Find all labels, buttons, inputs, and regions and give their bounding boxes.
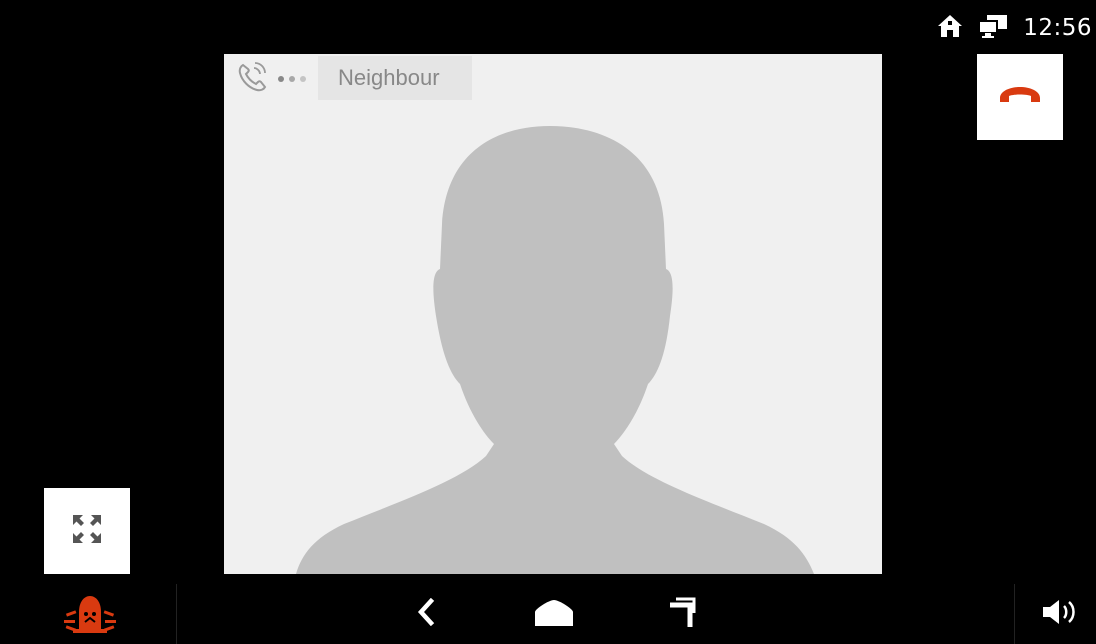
screen: 12:56 Neighbour bbox=[0, 0, 1096, 644]
back-icon bbox=[416, 597, 436, 630]
back-button[interactable] bbox=[400, 584, 452, 644]
fullscreen-button[interactable] bbox=[44, 488, 130, 574]
alarm-icon bbox=[63, 590, 117, 638]
status-dot bbox=[300, 76, 306, 82]
volume-icon bbox=[1039, 597, 1083, 631]
nav-divider bbox=[176, 584, 177, 644]
home-button[interactable] bbox=[526, 584, 582, 644]
volume-button[interactable] bbox=[1034, 584, 1088, 644]
network-icon bbox=[977, 14, 1009, 42]
hang-up-icon bbox=[997, 85, 1043, 109]
recents-button[interactable] bbox=[656, 584, 708, 644]
caller-bar bbox=[236, 58, 306, 100]
nav-bar bbox=[0, 584, 1096, 644]
left-edge bbox=[0, 0, 8, 584]
alarm-button[interactable] bbox=[54, 584, 126, 644]
home-nav-icon bbox=[533, 596, 575, 632]
nav-divider bbox=[1014, 584, 1015, 644]
end-call-button[interactable] bbox=[977, 54, 1063, 140]
caller-name: Neighbour bbox=[318, 56, 472, 100]
video-area: Neighbour bbox=[224, 54, 882, 574]
caller-silhouette bbox=[296, 126, 814, 574]
status-dot bbox=[289, 76, 295, 82]
expand-icon bbox=[71, 513, 103, 549]
call-status-dots bbox=[278, 76, 306, 82]
status-dot bbox=[278, 76, 284, 82]
phone-ringing-icon bbox=[236, 60, 270, 98]
home-status-icon bbox=[937, 14, 963, 42]
status-clock: 12:56 bbox=[1023, 15, 1092, 41]
status-bar: 12:56 bbox=[937, 10, 1096, 46]
recents-icon bbox=[666, 595, 698, 633]
